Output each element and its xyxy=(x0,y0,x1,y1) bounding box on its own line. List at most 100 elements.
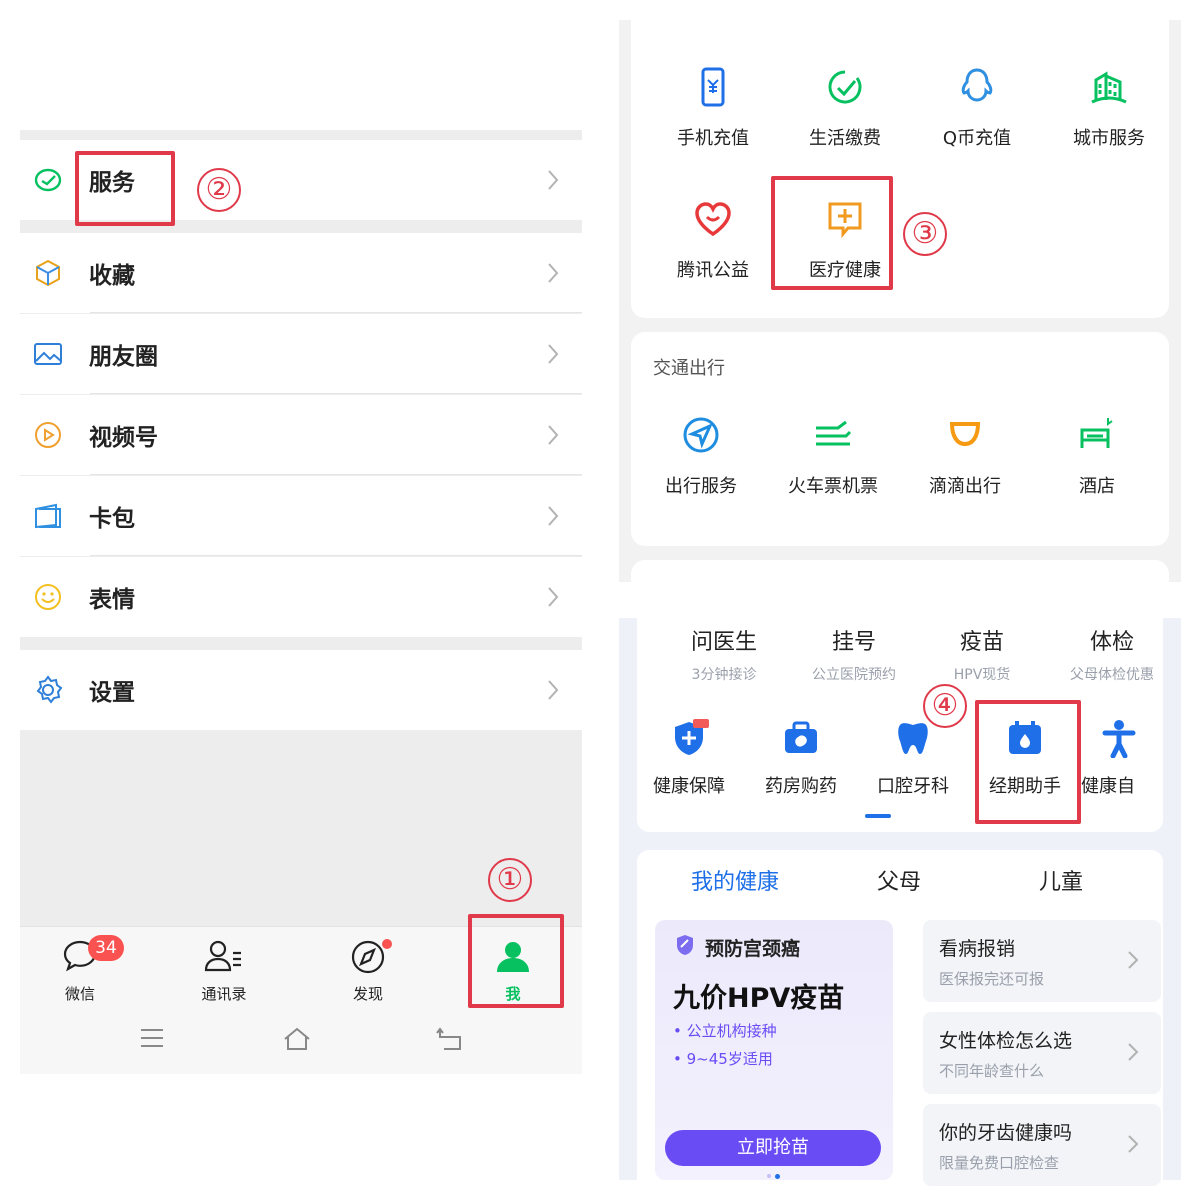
chevron-right-icon xyxy=(1128,951,1139,969)
city-service-icon xyxy=(1091,71,1127,104)
chevron-right-icon xyxy=(548,506,559,526)
wechat-services-panel: 手机充值 生活缴费 Q币充值 城市服务 腾讯公益 医疗健康 交通出行 出行服务 xyxy=(619,6,1181,600)
menu-item-label: 收藏 xyxy=(89,263,135,289)
transport-didi[interactable]: 滴滴出行 xyxy=(899,390,1031,510)
tab-my-health[interactable]: 我的健康 xyxy=(691,864,779,896)
nav-checkup[interactable]: 体检 父母体检优惠 xyxy=(1047,624,1177,684)
service-label: 城市服务 xyxy=(1073,128,1145,149)
chevron-right-icon xyxy=(548,425,559,445)
medical-health-panel: 问医生 3分钟接诊 挂号 公立医院预约 疫苗 HPV现货 体检 父母体检优惠 健… xyxy=(619,618,1181,1186)
grab-vaccine-button[interactable]: 立即抢苗 xyxy=(665,1130,881,1166)
nav-title: 问医生 xyxy=(690,630,757,655)
favorites-icon xyxy=(33,258,63,288)
contacts-icon xyxy=(204,940,241,972)
menu-item-channels[interactable]: 视频号 xyxy=(20,395,582,475)
back-icon[interactable] xyxy=(436,1027,464,1051)
step-2-marker: ② xyxy=(197,168,241,212)
highlight-tab-me xyxy=(468,914,564,1008)
page-dot xyxy=(767,1174,771,1178)
menu-item-settings[interactable]: 设置 xyxy=(20,650,582,730)
highlight-service xyxy=(75,151,175,226)
moments-icon xyxy=(33,339,63,369)
func-label: 药房购药 xyxy=(765,776,837,797)
func-dental[interactable]: 口腔牙科 xyxy=(857,718,969,818)
tab-discover[interactable]: 发现 xyxy=(318,935,418,1007)
wechat-me-panel: 服务 收藏 朋友圈 视频号 卡包 表情 设置 34 微信 通讯录 发现 我 ② … xyxy=(20,130,582,1074)
rec-card-reimburse[interactable]: 看病报销 医保报完还可报 xyxy=(923,920,1161,1002)
transport-travel[interactable]: 出行服务 xyxy=(635,390,767,510)
phone-recharge-icon xyxy=(701,67,725,107)
transport-hotel[interactable]: 酒店 xyxy=(1031,390,1163,510)
func-health-self[interactable]: 健康自 xyxy=(1081,718,1163,798)
menu-item-stickers[interactable]: 表情 xyxy=(20,557,582,637)
unread-badge: 34 xyxy=(88,935,124,961)
service-label: 生活缴费 xyxy=(809,128,881,149)
service-qcoin[interactable]: Q币充值 xyxy=(911,42,1043,162)
nav-subtitle: 3分钟接诊 xyxy=(691,667,757,683)
qcoin-icon xyxy=(961,68,993,102)
compass-icon xyxy=(351,940,385,974)
nav-ask-doctor[interactable]: 问医生 3分钟接诊 xyxy=(659,624,789,684)
func-label: 健康保障 xyxy=(653,776,725,797)
func-label: 口腔牙科 xyxy=(877,776,949,797)
nav-subtitle: 公立医院预约 xyxy=(812,667,896,683)
func-pharmacy[interactable]: 药房购药 xyxy=(745,718,857,798)
service-label: 腾讯公益 xyxy=(677,260,749,281)
settings-icon xyxy=(33,675,63,705)
service-charity[interactable]: 腾讯公益 xyxy=(647,174,779,294)
transport-section-title: 交通出行 xyxy=(653,358,725,379)
health-shield-icon xyxy=(675,719,709,755)
menu-icon[interactable] xyxy=(140,1027,164,1049)
nav-register[interactable]: 挂号 公立医院预约 xyxy=(789,624,919,684)
promo-tag: 预防宫颈癌 xyxy=(705,938,801,960)
health-top-card: 问医生 3分钟接诊 挂号 公立医院预约 疫苗 HPV现货 体检 父母体检优惠 健… xyxy=(637,618,1163,832)
nav-title: 体检 xyxy=(1089,630,1134,655)
promo-bullet-2: • 9~45岁适用 xyxy=(673,1050,773,1068)
charity-icon xyxy=(695,202,731,237)
tab-label: 微信 xyxy=(64,985,95,1003)
step-3-marker: ③ xyxy=(903,212,947,256)
tab-parents[interactable]: 父母 xyxy=(877,864,921,896)
func-health-insurance[interactable]: 健康保障 xyxy=(633,718,745,798)
rec-title: 看病报销 xyxy=(939,938,1016,960)
rec-subtitle: 不同年龄查什么 xyxy=(939,1062,1045,1080)
promo-bullet-1: • 公立机构接种 xyxy=(673,1022,777,1040)
service-bill-pay[interactable]: 生活缴费 xyxy=(779,42,911,162)
didi-icon xyxy=(949,422,981,447)
tab-wechat[interactable]: 34 微信 xyxy=(30,935,130,1007)
chevron-right-icon xyxy=(1128,1135,1139,1153)
menu-item-label: 朋友圈 xyxy=(89,344,158,370)
menu-item-card-wallet[interactable]: 卡包 xyxy=(20,476,582,556)
tooth-icon xyxy=(898,723,928,754)
hotel-icon xyxy=(1080,418,1113,448)
nav-subtitle: HPV现货 xyxy=(953,667,1011,683)
transport-label: 出行服务 xyxy=(665,476,737,497)
tab-contacts[interactable]: 通讯录 xyxy=(174,935,274,1007)
travel-icon xyxy=(683,417,719,453)
page-dot-active xyxy=(775,1174,780,1179)
hpv-promo-card[interactable]: 预防宫颈癌 九价HPV疫苗 • 公立机构接种 • 9~45岁适用 立即抢苗 xyxy=(655,920,893,1180)
my-health-card: 我的健康 父母 儿童 预防宫颈癌 九价HPV疫苗 • 公立机构接种 • 9~45… xyxy=(637,850,1163,1186)
tab-label: 发现 xyxy=(352,985,383,1003)
rec-card-dental-check[interactable]: 你的牙齿健康吗 限量免费口腔检查 xyxy=(923,1104,1161,1186)
menu-item-moments[interactable]: 朋友圈 xyxy=(20,314,582,394)
services-card: 手机充值 生活缴费 Q币充值 城市服务 腾讯公益 医疗健康 xyxy=(631,6,1169,318)
shield-icon xyxy=(677,935,693,955)
chevron-right-icon xyxy=(1128,1043,1139,1061)
nav-title: 挂号 xyxy=(831,630,876,655)
home-icon[interactable] xyxy=(282,1027,312,1051)
chevron-right-icon xyxy=(548,680,559,700)
promo-bullet-text: 公立机构接种 xyxy=(686,1022,777,1040)
nav-vaccine[interactable]: 疫苗 HPV现货 xyxy=(917,624,1047,684)
rec-card-female-checkup[interactable]: 女性体检怎么选 不同年龄查什么 xyxy=(923,1012,1161,1094)
menu-item-favorites[interactable]: 收藏 xyxy=(20,233,582,313)
rec-title: 女性体检怎么选 xyxy=(939,1030,1073,1052)
service-city[interactable]: 城市服务 xyxy=(1043,42,1175,162)
step-4-marker: ④ xyxy=(923,684,967,728)
card-wallet-icon xyxy=(33,501,63,531)
nav-subtitle: 父母体检优惠 xyxy=(1070,667,1154,683)
chevron-right-icon xyxy=(548,587,559,607)
service-phone-recharge[interactable]: 手机充值 xyxy=(647,42,779,162)
tab-children[interactable]: 儿童 xyxy=(1039,864,1083,896)
transport-train-flight[interactable]: 火车票机票 xyxy=(767,390,899,510)
